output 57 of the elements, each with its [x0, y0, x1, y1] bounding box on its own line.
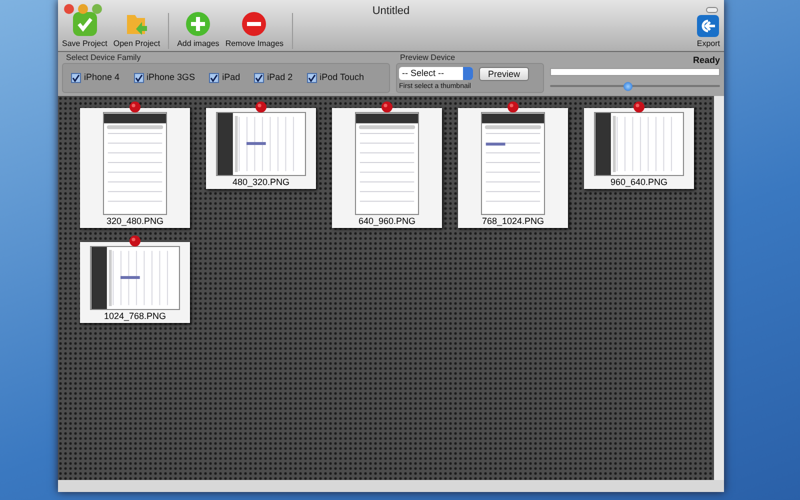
pushpin-icon	[254, 101, 268, 114]
thumbnail-card[interactable]: 1024_768.PNG	[80, 242, 190, 323]
checkbox-label: iPod Touch	[320, 71, 364, 84]
checkmark-icon	[72, 74, 80, 82]
thumbnail-filename: 320_480.PNG	[106, 215, 164, 227]
checkmark-icon	[255, 74, 264, 82]
zoom-slider[interactable]	[550, 81, 720, 91]
checkbox-label: iPhone 3GS	[146, 71, 196, 84]
thumbnail-card[interactable]: 768_1024.PNG	[458, 108, 568, 228]
close-icon[interactable]	[64, 4, 74, 14]
checkmark-icon	[210, 74, 218, 82]
plus-icon	[185, 11, 212, 37]
group-title: Select Device Family	[65, 53, 142, 63]
thumbnail-card[interactable]: 960_640.PNG	[584, 108, 694, 189]
toolbar-toggle-icon[interactable]	[706, 7, 718, 13]
toolbar-button[interactable]: Remove Images	[225, 11, 284, 49]
thumbnail-filename: 480_320.PNG	[232, 176, 290, 188]
pushpin-icon	[380, 101, 394, 114]
scrollbar-track[interactable]	[714, 96, 724, 480]
checkmark-icon	[308, 74, 316, 82]
pushpin-icon	[632, 101, 646, 114]
checkbox-label: iPad 2	[267, 71, 293, 84]
window-title: Untitled	[372, 4, 410, 19]
export-icon	[697, 15, 720, 37]
thumbnail-card[interactable]: 320_480.PNG	[80, 108, 190, 228]
toolbar-button[interactable]: Open Project	[113, 11, 160, 49]
checkmark-icon	[134, 74, 143, 82]
status-text: Ready	[692, 55, 720, 65]
checkbox-label: iPhone 4	[84, 71, 120, 84]
select-value: -- Select --	[402, 66, 444, 80]
toolbar-button[interactable]: Save Project	[62, 11, 108, 49]
pushpin-icon	[128, 235, 142, 248]
minimize-icon[interactable]	[78, 4, 88, 14]
pushpin-icon	[128, 101, 142, 114]
thumbnail-filename: 960_640.PNG	[610, 176, 668, 188]
group-title: Preview Device	[399, 53, 456, 63]
checkbox[interactable]	[71, 73, 81, 83]
device-select[interactable]: -- Select --	[399, 67, 473, 80]
stepper-icon	[463, 67, 473, 80]
toolbar-button[interactable]: Add images	[177, 11, 220, 49]
zoom-icon[interactable]	[92, 4, 102, 14]
checkbox[interactable]	[209, 73, 220, 83]
checkbox-label: iPad	[222, 71, 240, 84]
thumbnail-card[interactable]: 640_960.PNG	[332, 108, 442, 228]
thumbnail-filename: 640_960.PNG	[358, 215, 416, 227]
export-button[interactable]: Export	[696, 15, 720, 49]
checkbox[interactable]	[306, 73, 317, 83]
pushpin-icon	[506, 101, 520, 114]
checkmark-icon	[72, 11, 98, 37]
checkbox[interactable]	[134, 73, 144, 83]
preview-button[interactable]: Preview	[479, 67, 530, 81]
thumbnail-card[interactable]: 480_320.PNG	[206, 108, 316, 189]
minus-icon	[241, 11, 268, 37]
thumbnail-filename: 768_1024.PNG	[482, 215, 544, 227]
checkbox[interactable]	[254, 73, 264, 83]
thumbnail-filename: 1024_768.PNG	[104, 310, 166, 322]
slider-thumb[interactable]	[624, 82, 633, 90]
